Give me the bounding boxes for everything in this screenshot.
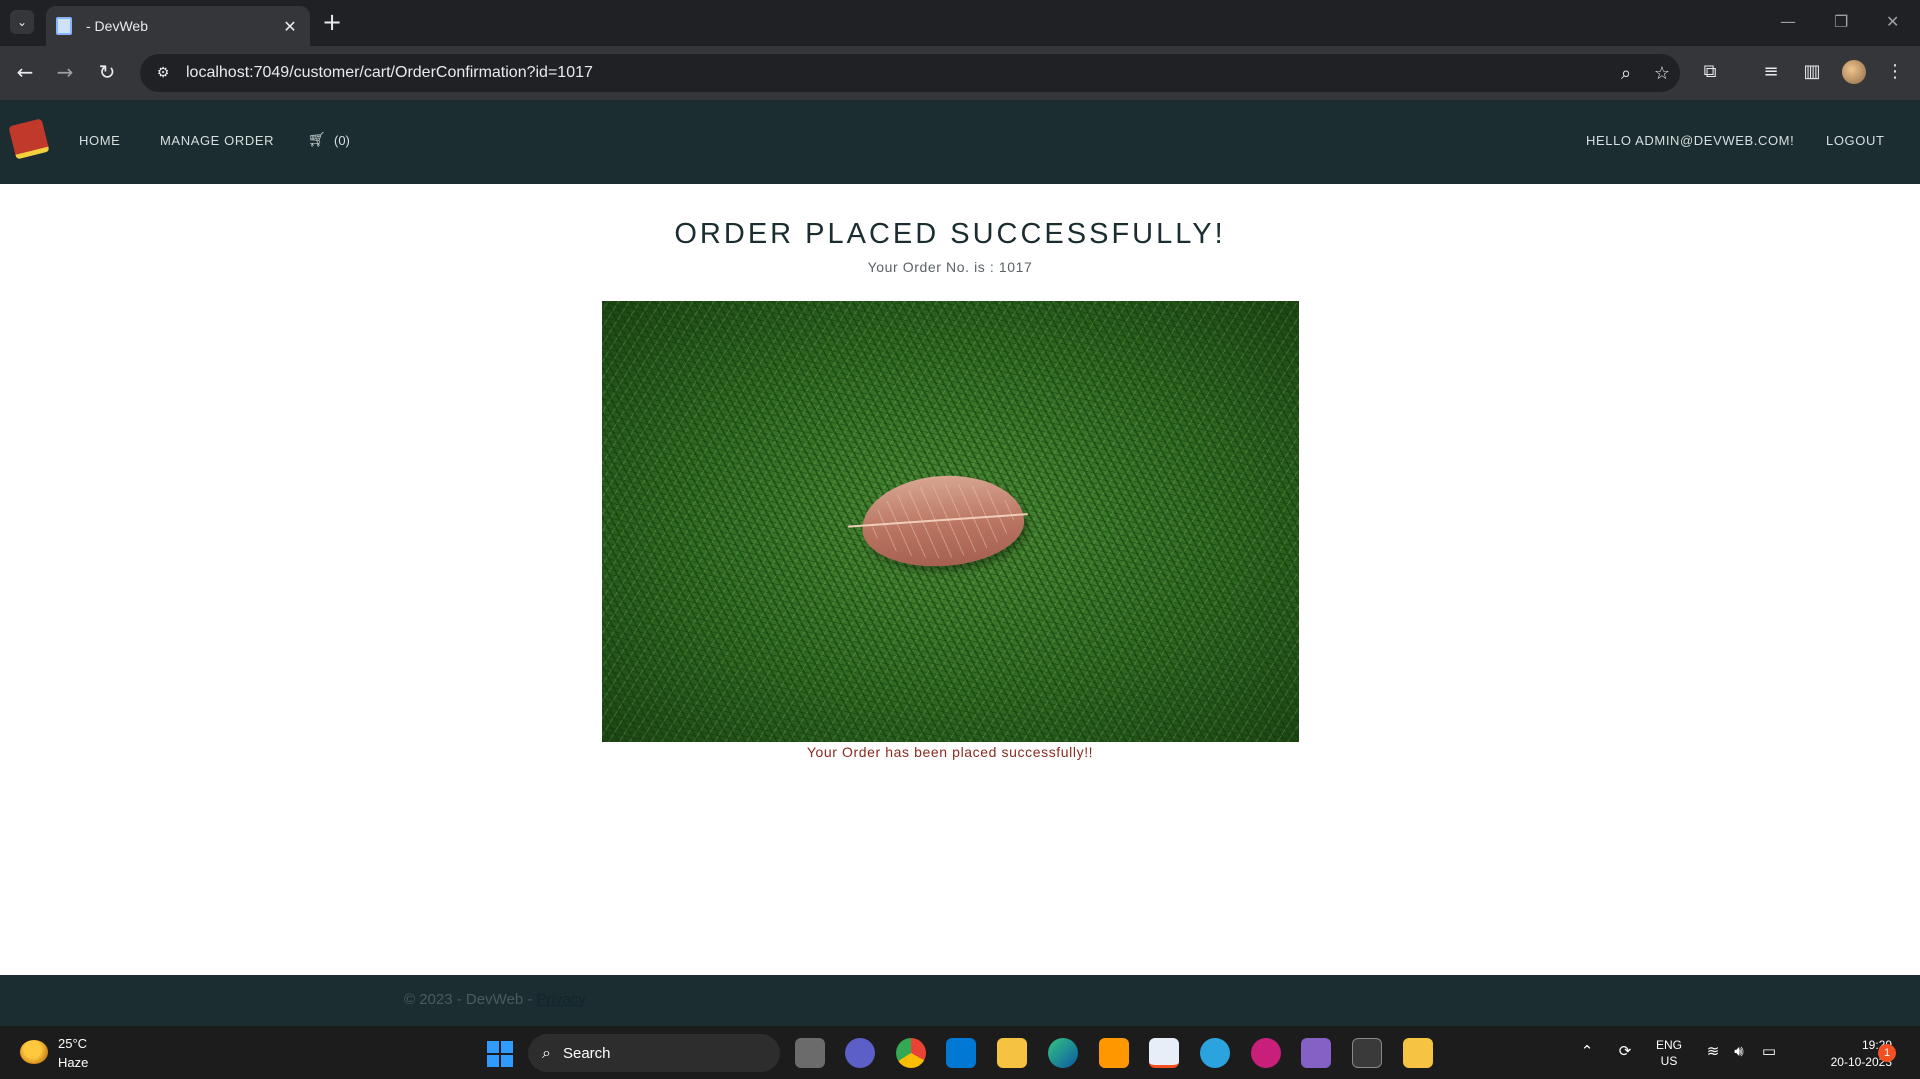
- profile-avatar[interactable]: [1842, 60, 1866, 84]
- page-favicon-icon: [56, 17, 72, 35]
- taskbar-search[interactable]: ⌕ Search: [528, 1034, 780, 1072]
- reload-icon[interactable]: ↻: [94, 60, 120, 84]
- url-text[interactable]: localhost:7049/customer/cart/OrderConfir…: [186, 64, 1608, 82]
- address-bar[interactable]: ⚙ localhost:7049/customer/cart/OrderConf…: [140, 54, 1680, 92]
- restore-icon[interactable]: ❐: [1834, 12, 1848, 31]
- media-control-icon[interactable]: ≡: [1758, 61, 1784, 82]
- tab-close-icon[interactable]: ✕: [280, 17, 300, 36]
- notification-badge[interactable]: 1: [1878, 1044, 1896, 1062]
- confirmation-image: [602, 301, 1299, 742]
- zoom-icon[interactable]: ⌕: [1608, 63, 1644, 84]
- windows-start-icon[interactable]: [487, 1041, 513, 1067]
- browser-tab[interactable]: - DevWeb ✕: [46, 6, 310, 46]
- side-panel-icon[interactable]: ▥: [1799, 61, 1825, 82]
- order-number-text: Your Order No. is : 1017: [867, 259, 1033, 275]
- window-close-icon[interactable]: ✕: [1886, 12, 1899, 31]
- weather-icon[interactable]: [20, 1040, 48, 1064]
- success-message: Your Order has been placed successfully!…: [806, 744, 1094, 760]
- site-navbar: HOME MANAGE ORDER 🛒︎ (0) HELLO ADMIN@DEV…: [0, 100, 1920, 184]
- site-info-icon[interactable]: ⚙: [146, 65, 180, 81]
- wifi-icon[interactable]: ≋: [1702, 1042, 1724, 1060]
- terminal-icon[interactable]: [1352, 1038, 1382, 1068]
- chrome-icon[interactable]: [896, 1038, 926, 1068]
- language-code: ENG: [1656, 1038, 1683, 1052]
- copyright-text: © 2023 - DevWeb -: [404, 991, 537, 1008]
- browser-toolbar: ← → ↻ ⚙ localhost:7049/customer/cart/Ord…: [0, 46, 1920, 100]
- telegram-icon[interactable]: [1200, 1038, 1230, 1068]
- search-label: Search: [562, 1044, 611, 1062]
- app-installer-icon[interactable]: [1403, 1038, 1433, 1068]
- file-explorer-icon[interactable]: [997, 1038, 1027, 1068]
- weather-temperature[interactable]: 25°C: [58, 1036, 87, 1051]
- back-icon[interactable]: ←: [12, 60, 38, 84]
- task-view-icon[interactable]: [795, 1038, 825, 1068]
- tab-title: - DevWeb: [86, 18, 148, 34]
- search-icon: ⌕: [542, 1043, 551, 1062]
- tab-list-icon[interactable]: ⌄: [10, 10, 34, 34]
- show-hidden-icons-icon[interactable]: ⌃: [1576, 1042, 1598, 1060]
- sublime-text-icon[interactable]: [1099, 1038, 1129, 1068]
- language-indicator[interactable]: ENG US: [1656, 1037, 1682, 1069]
- page-title: ORDER PLACED SUCCESSFULLY!: [674, 218, 1226, 250]
- minimize-icon[interactable]: —: [1780, 12, 1796, 31]
- vs-code-icon[interactable]: [946, 1038, 976, 1068]
- cart-icon[interactable]: 🛒︎: [308, 132, 326, 148]
- brand-logo-icon[interactable]: [8, 118, 50, 160]
- cart-count[interactable]: (0): [334, 133, 350, 148]
- new-tab-icon[interactable]: +: [322, 10, 342, 34]
- site-footer: © 2023 - DevWeb - Privacy: [0, 975, 1920, 1026]
- leaf-illustration: [859, 470, 1027, 572]
- weather-condition[interactable]: Haze: [58, 1055, 88, 1070]
- visual-studio-icon[interactable]: [1301, 1038, 1331, 1068]
- extensions-icon[interactable]: ⧉: [1697, 61, 1723, 82]
- forward-icon[interactable]: →: [52, 60, 78, 84]
- vivaldi-icon[interactable]: [1251, 1038, 1281, 1068]
- nav-home-link[interactable]: HOME: [79, 133, 120, 148]
- battery-icon[interactable]: ▭: [1758, 1042, 1780, 1060]
- bookmark-star-icon[interactable]: ☆: [1644, 63, 1680, 84]
- volume-icon[interactable]: 🔊︎: [1728, 1042, 1750, 1060]
- logout-link[interactable]: LOGOUT: [1826, 133, 1885, 148]
- region-code: US: [1660, 1054, 1678, 1068]
- user-greeting[interactable]: HELLO ADMIN@DEVWEB.COM!: [1586, 133, 1794, 148]
- browser-tab-bar: ⌄ - DevWeb ✕ + — ❐ ✕: [0, 0, 1920, 46]
- teams-chat-icon[interactable]: [845, 1038, 875, 1068]
- privacy-link[interactable]: Privacy: [537, 991, 586, 1008]
- sync-icon[interactable]: ⟳: [1614, 1042, 1636, 1060]
- nav-manage-order-link[interactable]: MANAGE ORDER: [160, 133, 274, 148]
- windows-taskbar: 25°C Haze ⌕ Search ⌃ ⟳ ENG US ≋ 🔊︎ ▭ 19:…: [0, 1026, 1920, 1079]
- footer-copyright: © 2023 - DevWeb - Privacy: [404, 991, 586, 1008]
- more-menu-icon[interactable]: ⋮: [1882, 61, 1908, 82]
- clock-date: 20-10-2023: [1830, 1055, 1892, 1069]
- edge-icon[interactable]: [1048, 1038, 1078, 1068]
- snipping-tool-icon[interactable]: [1149, 1038, 1179, 1068]
